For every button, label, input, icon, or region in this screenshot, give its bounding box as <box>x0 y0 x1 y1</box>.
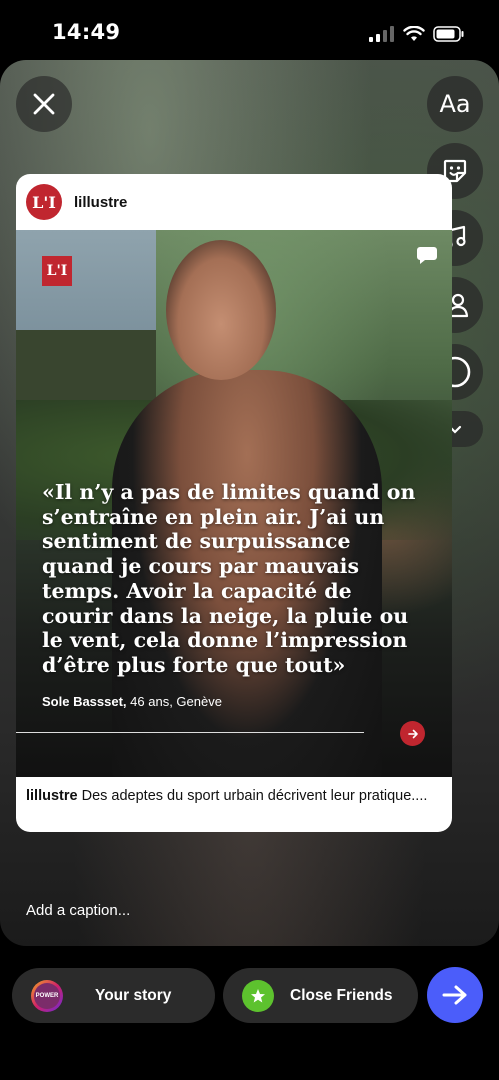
battery-icon <box>433 26 464 42</box>
post-header: L'I lillustre <box>16 174 452 230</box>
close-friends-button[interactable]: Close Friends <box>223 968 418 1023</box>
speech-bubble-icon <box>417 247 437 264</box>
wifi-icon <box>403 26 425 41</box>
attribution-name: Sole Bassset, <box>42 694 127 709</box>
text-tool-button[interactable]: Aa <box>427 76 483 132</box>
close-friends-label: Close Friends <box>290 986 393 1004</box>
close-button[interactable] <box>16 76 72 132</box>
status-icons <box>369 24 465 44</box>
post-divider <box>16 732 364 733</box>
your-story-label: Your story <box>95 986 172 1004</box>
send-button[interactable] <box>427 967 483 1023</box>
your-story-button[interactable]: POWER Your story <box>12 968 215 1023</box>
post-brand-logo: L'I <box>42 256 72 286</box>
caption-username: lillustre <box>26 788 78 804</box>
add-caption-input[interactable]: Add a caption... <box>26 902 130 919</box>
quote-attribution: Sole Bassset, 46 ans, Genève <box>42 694 222 709</box>
post-quote: «Il n’y a pas de limites quand on s’entr… <box>42 480 416 677</box>
arrow-right-icon <box>407 729 418 738</box>
post-caption: lillustre Des adeptes du sport urbain dé… <box>16 777 452 805</box>
user-avatar-text: POWER <box>34 982 60 1009</box>
brand-logo-text: L'I <box>46 263 68 279</box>
close-icon <box>33 93 55 115</box>
caption-text: Des adeptes du sport urbain décrivent le… <box>77 788 428 804</box>
story-canvas[interactable]: Aa L'I lillustre L'I «Il n’y a pas de li… <box>0 60 499 946</box>
post-author-avatar: L'I <box>26 184 62 220</box>
text-tool-label: Aa <box>439 90 471 118</box>
author-logo-text: L'I <box>32 192 56 212</box>
status-bar: 14:49 <box>0 0 499 62</box>
star-icon <box>242 979 274 1012</box>
arrow-right-icon <box>442 985 467 1005</box>
post-username: lillustre <box>74 193 128 211</box>
status-time: 14:49 <box>52 20 121 44</box>
post-image: L'I «Il n’y a pas de limites quand on s’… <box>16 230 452 777</box>
photo-subject-head <box>166 240 276 380</box>
user-avatar: POWER <box>31 979 63 1012</box>
attribution-details: 46 ans, Genève <box>126 694 222 709</box>
shared-post-card[interactable]: L'I lillustre L'I «Il n’y a pas de limit… <box>16 174 452 832</box>
background-building <box>16 230 156 420</box>
next-slide-button[interactable] <box>400 721 425 746</box>
cellular-signal-icon <box>369 26 394 42</box>
